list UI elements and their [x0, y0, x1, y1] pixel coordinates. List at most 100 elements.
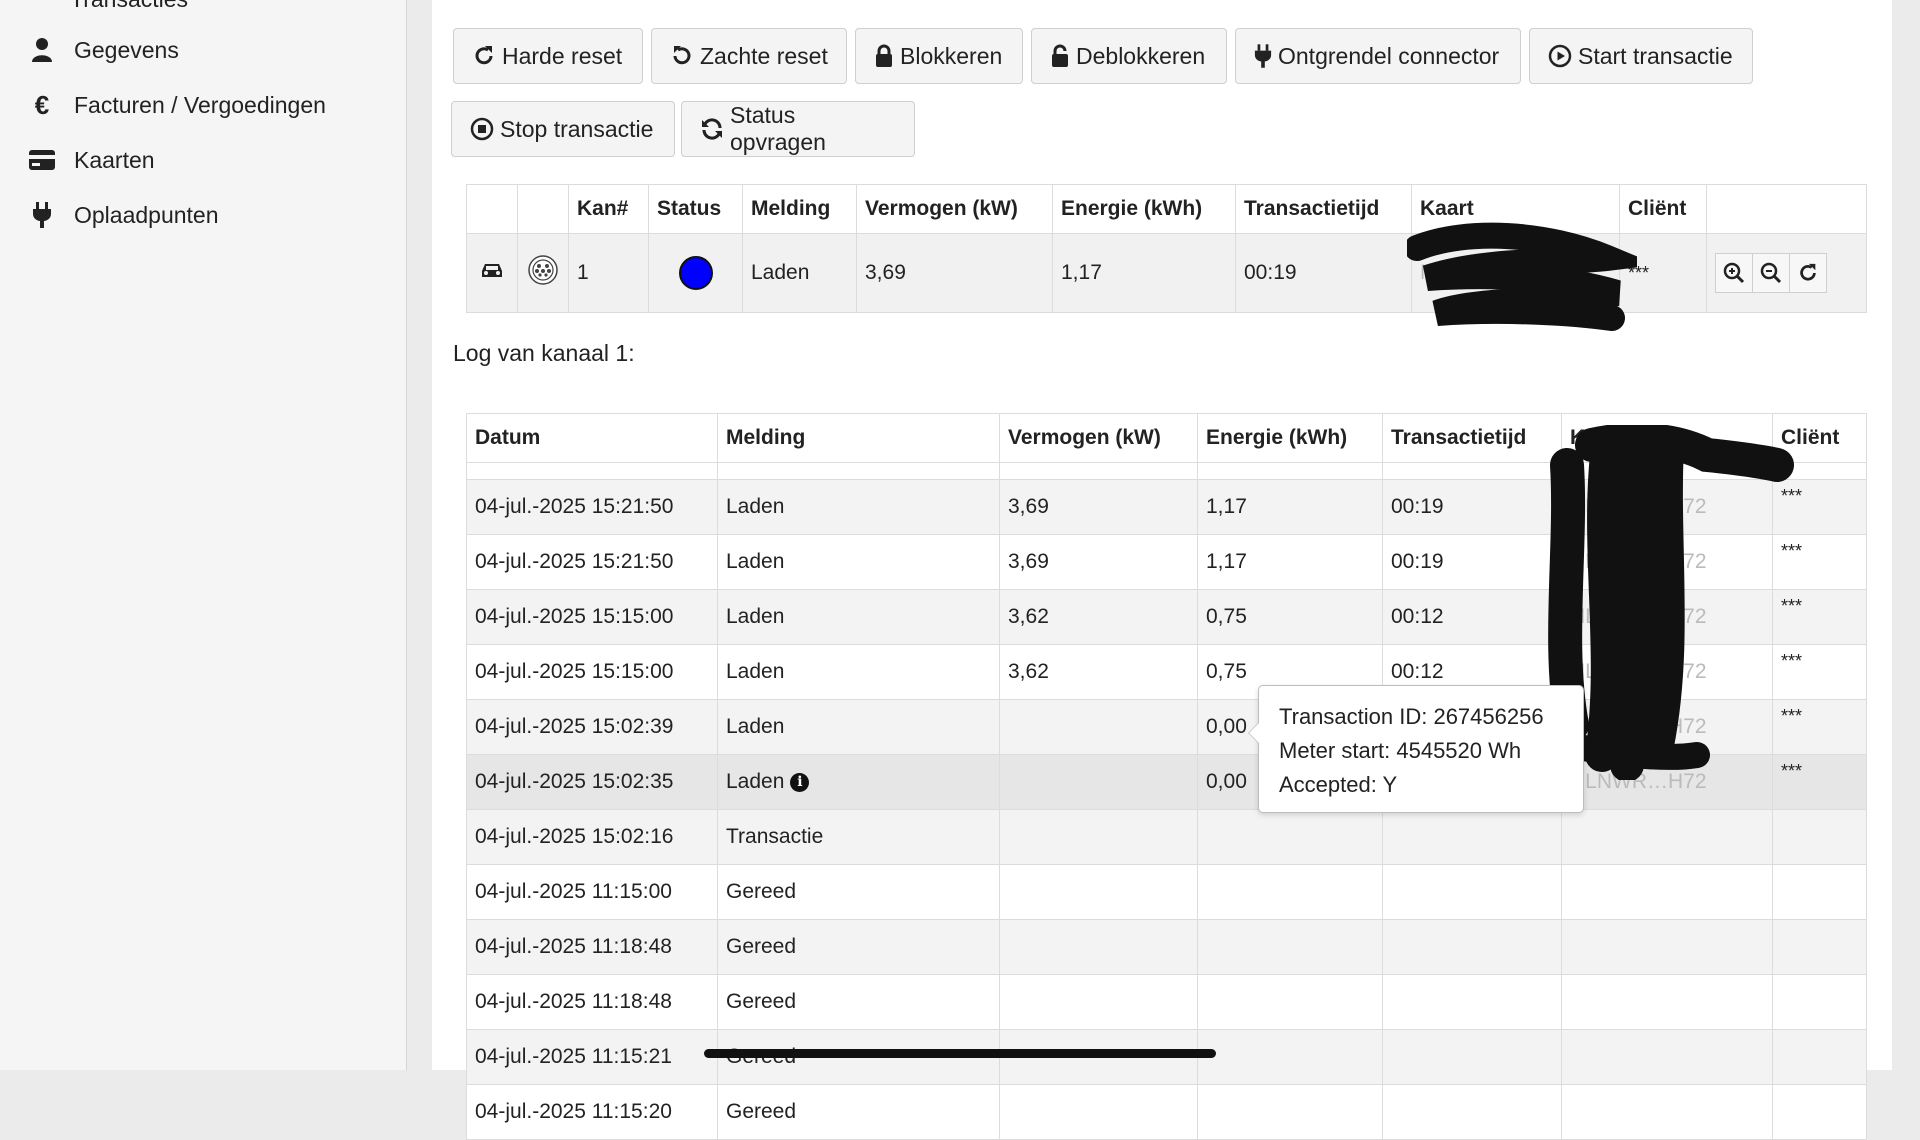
message-cell: Laden i [717, 754, 1000, 810]
date-cell: 04-jul.-2025 11:15:21 [466, 1029, 718, 1085]
column-header: Energie (kWh) [1197, 413, 1383, 463]
card-cell [1561, 1084, 1773, 1140]
main-content: Harde reset Zachte reset Blokkeren Deblo… [432, 0, 1892, 1140]
stop-transaction-label: Stop transactie [500, 115, 654, 142]
date-cell: 04-jul.-2025 15:02:35 [466, 754, 718, 810]
stop-transaction-button[interactable]: Stop transactie [451, 101, 675, 157]
sidebar-item-gegevens[interactable]: Gegevens [0, 24, 406, 76]
card-cell [1561, 919, 1773, 975]
zoom-out-button[interactable] [1752, 253, 1790, 293]
type2-connector-icon [528, 255, 558, 285]
client-cell [1772, 809, 1867, 865]
client-cell [1772, 1029, 1867, 1085]
column-header: Status [648, 184, 743, 234]
tooltip-transaction-id: Transaction ID: 267456256 [1279, 704, 1544, 729]
column-header: Datum [466, 413, 718, 463]
sidebar-item-transacties-partial[interactable]: Transacties [70, 0, 188, 13]
zoom-in-button[interactable] [1715, 253, 1753, 293]
client-cell [1772, 974, 1867, 1030]
sidebar-item-label: Kaarten [74, 146, 155, 173]
date-cell: 04-jul.-2025 15:21:50 [466, 534, 718, 590]
transaction-time-cell: 00:19 [1235, 233, 1412, 313]
column-header: Energie (kWh) [1052, 184, 1236, 234]
client-cell: *** [1772, 754, 1867, 810]
plug-icon [1254, 44, 1272, 68]
refresh-icon [702, 118, 722, 140]
info-icon[interactable]: i [790, 772, 810, 792]
card-cell [1561, 809, 1773, 865]
log-title: Log van kanaal 1: [453, 340, 635, 366]
table-row: 04-jul.-2025 15:02:39Laden0,0000:00NLNWR… [466, 699, 1867, 755]
column-header: Transactietijd [1235, 184, 1412, 234]
message-cell: Gereed [717, 1084, 1000, 1140]
refresh-row-button[interactable] [1789, 253, 1827, 293]
message-cell: Laden [717, 699, 1000, 755]
energy-cell [1197, 974, 1383, 1030]
energy-cell [1197, 864, 1383, 920]
unlock-connector-button[interactable]: Ontgrendel connector [1235, 28, 1521, 84]
power-cell [999, 919, 1198, 975]
date-cell: 04-jul.-2025 15:21:50 [466, 479, 718, 535]
card-cell [1561, 1029, 1773, 1085]
sidebar: Transacties Gegevens € Facturen / Vergoe… [0, 0, 407, 1070]
table-row: 04-jul.-2025 15:15:00 Laden 3,62 0,75 00:12 N… [466, 589, 1867, 645]
unlock-icon [1052, 44, 1068, 67]
unblock-button[interactable]: Deblokkeren [1031, 28, 1227, 84]
power-cell [999, 754, 1198, 810]
table-row: 1 Laden 3,69 1,17 00:19 NLNWR…H72 *** [466, 233, 1867, 313]
date-cell: 04-jul.-2025 15:15:00 [466, 644, 718, 700]
transaction-time-cell [1382, 1029, 1562, 1085]
transaction-time-cell [1382, 974, 1562, 1030]
zoom-in-icon [1723, 262, 1745, 284]
date-cell: 04-jul.-2025 11:15:00 [466, 864, 718, 920]
client-cell: *** [1772, 589, 1867, 645]
tooltip-accepted: Accepted: Y [1279, 772, 1398, 797]
client-cell [1772, 864, 1867, 920]
status-request-button[interactable]: Status opvragen [681, 101, 915, 157]
redo-icon [1800, 263, 1816, 281]
column-header: Melding [717, 413, 1000, 463]
card-cell: NLNWR…H72 [1561, 534, 1773, 590]
table-row: 04-jul.-2025 15:02:35Ladeni0,0000:00NLNW… [466, 754, 1867, 810]
column-header [1706, 184, 1867, 234]
connector-status-table: Kan# Status Melding Vermogen (kW) Energi… [466, 184, 1867, 313]
power-cell [999, 809, 1198, 865]
tooltip-meter-start: Meter start: 4545520 Wh [1279, 738, 1522, 763]
energy-cell [1197, 1084, 1383, 1140]
column-header: Vermogen (kW) [856, 184, 1053, 234]
client-cell: *** [1772, 699, 1867, 755]
message-cell: Gereed [717, 864, 1000, 920]
start-transaction-button[interactable]: Start transactie [1529, 28, 1753, 84]
power-cell: 3,69 [856, 233, 1053, 313]
transaction-time-cell [1382, 864, 1562, 920]
block-button[interactable]: Blokkeren [855, 28, 1023, 84]
column-header: Kaart [1411, 184, 1620, 234]
log-body: 04-jul.-2025 15:21:50 Laden 3,69 1,17 00:19 N… [466, 479, 1867, 1140]
table-row: 04-jul.-2025 11:15:00 Gereed [466, 864, 1867, 920]
table-row: 04-jul.-2025 11:18:48 Gereed [466, 974, 1867, 1030]
sidebar-item-oplaadpunten[interactable]: Oplaadpunten [0, 189, 406, 241]
column-header: Melding [742, 184, 857, 234]
transaction-time-cell [1382, 1084, 1562, 1140]
table-row: 04-jul.-2025 11:18:48 Gereed [466, 919, 1867, 975]
sidebar-item-kaarten[interactable]: Kaarten [0, 134, 406, 186]
table-row: 04-jul.-2025 11:15:20 Gereed [466, 1084, 1867, 1140]
power-cell: 3,62 [999, 589, 1198, 645]
soft-reset-button[interactable]: Zachte reset [651, 28, 847, 84]
lock-icon [876, 44, 892, 67]
transaction-time-cell [1382, 809, 1562, 865]
column-header: Cliënt [1619, 184, 1707, 234]
message-cell: Laden [717, 589, 1000, 645]
power-cell: 3,62 [999, 644, 1198, 700]
message-cell: Laden [717, 534, 1000, 590]
connector-type-cell [517, 233, 569, 313]
date-cell: 04-jul.-2025 11:18:48 [466, 974, 718, 1030]
sidebar-item-facturen[interactable]: € Facturen / Vergoedingen [0, 79, 406, 131]
card-cell: NLNWR…H72 [1561, 644, 1773, 700]
hard-reset-button[interactable]: Harde reset [453, 28, 643, 84]
energy-cell: 1,17 [1052, 233, 1236, 313]
transaction-time-cell [1382, 919, 1562, 975]
table-row: 04-jul.-2025 15:21:50 Laden 3,69 1,17 00:19 N… [466, 479, 1867, 535]
start-transaction-label: Start transactie [1578, 42, 1733, 69]
unlock-connector-label: Ontgrendel connector [1278, 42, 1500, 69]
